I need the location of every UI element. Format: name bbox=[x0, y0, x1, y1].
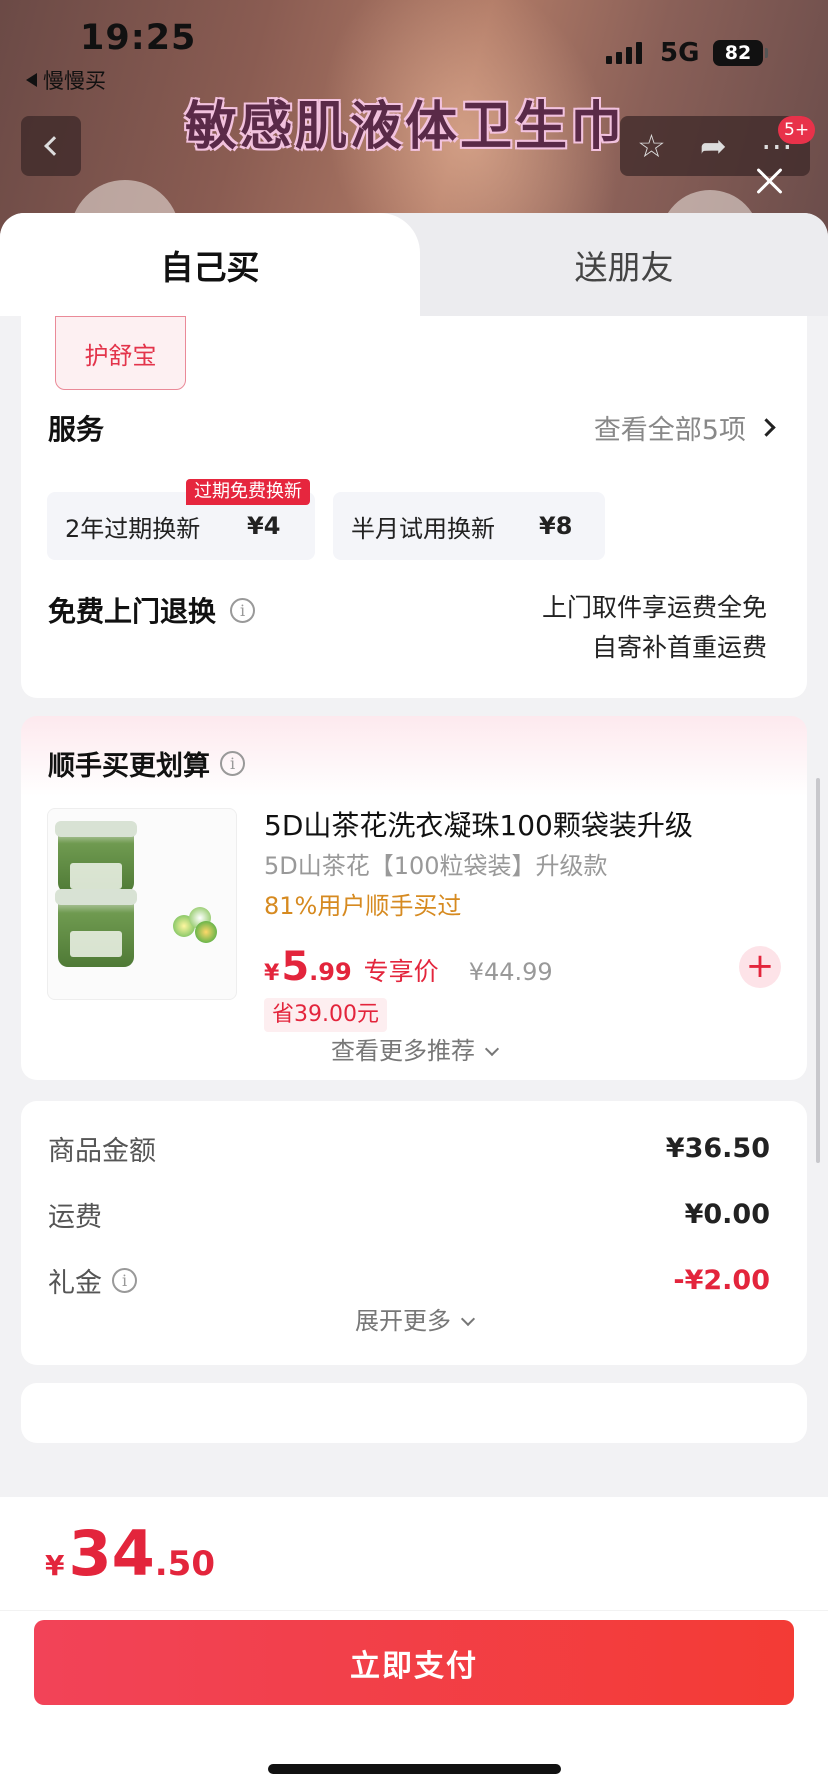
service-option-price: ¥4 bbox=[247, 512, 281, 540]
purchase-hint: 81%用户顺手买过 bbox=[264, 892, 462, 920]
addon-title-label: 顺手买更划算 bbox=[48, 751, 210, 782]
service-option-name: 半月试用换新 bbox=[351, 514, 495, 543]
service-option-badge: 过期免费换新 bbox=[186, 479, 310, 505]
free-return-description: 上门取件享运费全免 自寄补首重运费 bbox=[542, 588, 767, 668]
total-decimal: .50 bbox=[154, 1544, 215, 1584]
home-indicator[interactable] bbox=[268, 1764, 561, 1774]
free-return-line: 自寄补首重运费 bbox=[591, 633, 767, 662]
product-tub-image bbox=[55, 889, 137, 967]
payment-bar: ¥ 34 .50 立即支付 bbox=[0, 1497, 828, 1792]
savings-tag: 省39.00元 bbox=[264, 998, 387, 1032]
back-triangle-icon bbox=[26, 73, 37, 87]
fee-value: ¥0.00 bbox=[684, 1199, 770, 1230]
original-price: ¥44.99 bbox=[468, 958, 553, 986]
fee-row-gift-credit: 礼金 i -¥2.00 bbox=[48, 1261, 770, 1300]
price-label: 专享价 bbox=[363, 957, 439, 986]
total-price: ¥ 34 .50 bbox=[45, 1517, 215, 1590]
service-title: 服务 bbox=[48, 413, 105, 446]
scrollbar[interactable] bbox=[816, 778, 820, 1163]
product-price: ¥ 5 .99 专享价 ¥44.99 bbox=[264, 944, 553, 990]
free-return-label: 免费上门退换 bbox=[48, 595, 217, 628]
share-icon[interactable]: ➦ bbox=[700, 127, 727, 165]
chevron-right-icon bbox=[757, 418, 776, 437]
free-return-line: 上门取件享运费全免 bbox=[541, 593, 767, 622]
more-recommendations-label: 查看更多推荐 bbox=[331, 1037, 475, 1065]
product-variant: 5D山茶花【100粒袋装】升级款 bbox=[264, 852, 608, 880]
fee-value: -¥2.00 bbox=[673, 1265, 770, 1296]
page-back-button[interactable] bbox=[21, 116, 81, 176]
fee-label: 礼金 bbox=[48, 1268, 102, 1299]
chevron-down-icon bbox=[484, 1041, 500, 1057]
close-icon[interactable] bbox=[752, 164, 786, 198]
chevron-down-icon bbox=[460, 1311, 476, 1327]
info-icon[interactable]: i bbox=[230, 597, 256, 623]
fee-value: ¥36.50 bbox=[665, 1133, 770, 1164]
buy-mode-tabs: 自己买 送朋友 bbox=[0, 213, 828, 316]
next-card-partial bbox=[21, 1383, 807, 1443]
view-all-services-link[interactable]: 查看全部5项 bbox=[593, 408, 776, 447]
status-time: 19:25 bbox=[80, 18, 197, 58]
brand-option-chip[interactable]: 护舒宝 bbox=[55, 316, 186, 390]
signal-icon bbox=[606, 42, 642, 64]
network-type: 5G bbox=[660, 38, 700, 68]
service-option-price: ¥8 bbox=[539, 512, 573, 540]
star-icon[interactable]: ☆ bbox=[637, 127, 666, 165]
back-app-label: 慢慢买 bbox=[43, 69, 106, 93]
view-all-label: 查看全部5项 bbox=[593, 415, 746, 446]
addon-title: 顺手买更划算 i bbox=[48, 744, 245, 783]
service-card: 护舒宝 服务 查看全部5项 2年过期换新 ¥4 过期免费换新 半月试用换新 ¥8… bbox=[21, 316, 807, 698]
chevron-left-icon bbox=[44, 136, 64, 156]
fee-row-shipping: 运费 ¥0.00 bbox=[48, 1195, 770, 1234]
product-tub-image bbox=[55, 821, 137, 893]
back-to-app-link[interactable]: 慢慢买 bbox=[26, 65, 106, 95]
price-decimal: .99 bbox=[309, 958, 352, 986]
service-option-trial[interactable]: 半月试用换新 ¥8 bbox=[333, 492, 605, 560]
fee-row-subtotal: 商品金额 ¥36.50 bbox=[48, 1129, 770, 1168]
product-thumbnail[interactable] bbox=[47, 808, 237, 1000]
tab-buy-self[interactable]: 自己买 bbox=[0, 213, 420, 316]
fee-label: 商品金额 bbox=[48, 1136, 156, 1167]
battery-icon: 82 bbox=[713, 40, 768, 66]
service-option-name: 2年过期换新 bbox=[65, 514, 201, 543]
addon-recommend-card: 顺手买更划算 i 5D山茶花洗衣凝珠100颗袋装升级 5D山茶花【100粒袋装】… bbox=[21, 716, 807, 1080]
fee-label-group: 礼金 i bbox=[48, 1261, 137, 1300]
free-return-title: 免费上门退换 i bbox=[48, 590, 256, 630]
pay-now-button[interactable]: 立即支付 bbox=[34, 1620, 794, 1705]
expand-more-label: 展开更多 bbox=[355, 1307, 451, 1335]
info-icon[interactable]: i bbox=[112, 1268, 137, 1293]
tab-gift-friend[interactable]: 送朋友 bbox=[420, 213, 828, 316]
total-symbol: ¥ bbox=[45, 1549, 65, 1582]
price-breakdown-card: 商品金额 ¥36.50 运费 ¥0.00 礼金 i -¥2.00 展开更多 bbox=[21, 1101, 807, 1365]
product-name[interactable]: 5D山茶花洗衣凝珠100颗袋装升级 bbox=[264, 804, 693, 844]
more-recommendations-link[interactable]: 查看更多推荐 bbox=[21, 1031, 807, 1066]
price-symbol: ¥ bbox=[264, 961, 280, 986]
divider bbox=[0, 1610, 828, 1611]
message-badge: 5+ bbox=[778, 116, 816, 144]
total-integer: 34 bbox=[68, 1517, 155, 1590]
info-icon[interactable]: i bbox=[220, 751, 245, 776]
product-banner-text: 敏感肌液体卫生巾 bbox=[185, 97, 626, 157]
fee-label: 运费 bbox=[48, 1202, 102, 1233]
add-to-order-button[interactable]: + bbox=[739, 946, 781, 988]
expand-more-link[interactable]: 展开更多 bbox=[21, 1301, 807, 1336]
laundry-pod-image bbox=[173, 907, 219, 943]
price-integer: 5 bbox=[281, 944, 310, 990]
